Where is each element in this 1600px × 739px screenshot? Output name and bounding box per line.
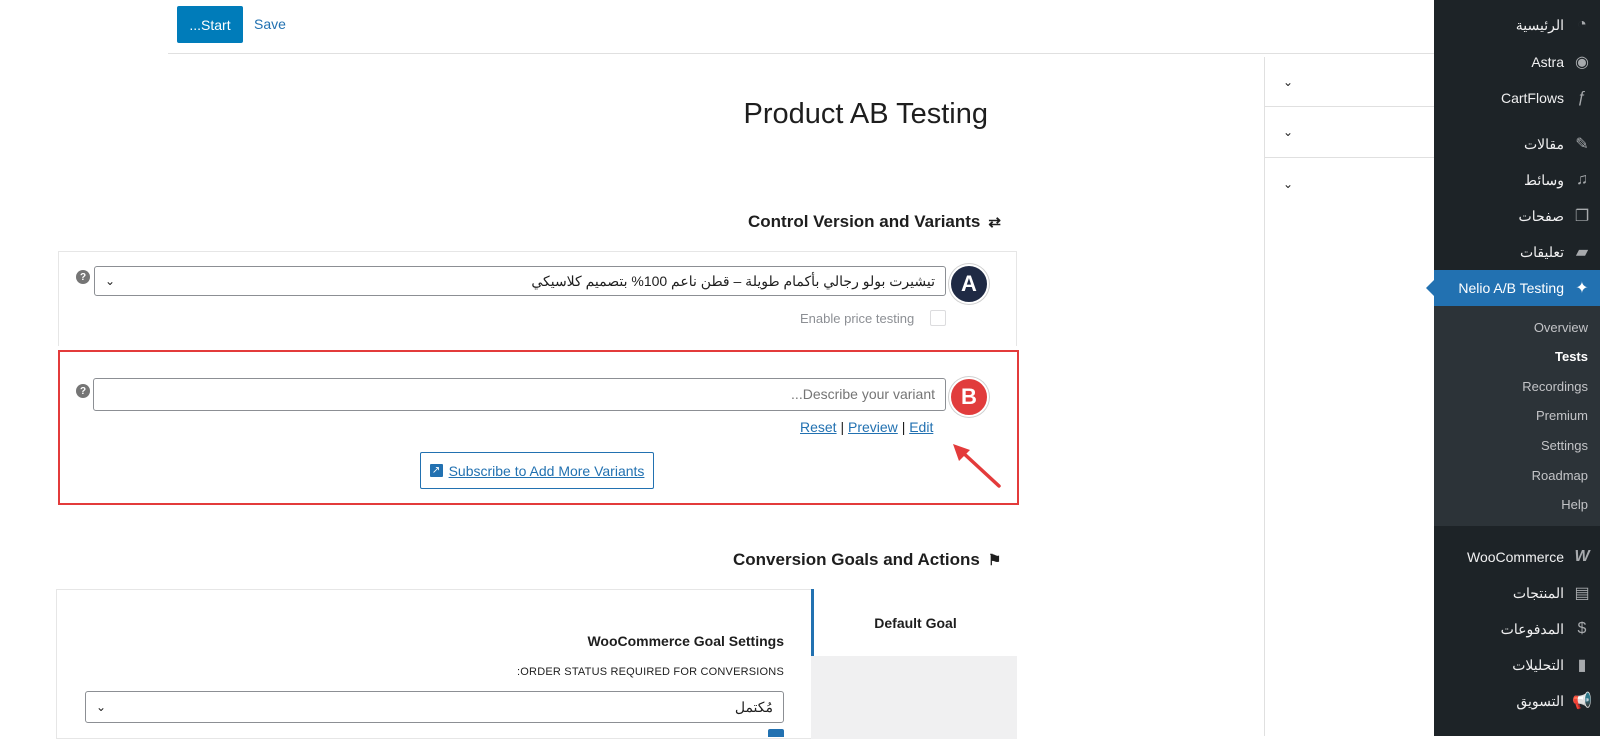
submenu-item-help[interactable]: Help	[1434, 491, 1600, 519]
nelio-icon: ✦	[1575, 280, 1589, 297]
conversion-section-title: Conversion Goals and Actions	[733, 550, 980, 569]
flag-icon: ⚑	[987, 552, 1002, 569]
woocommerce-icon: W	[1574, 548, 1590, 565]
sidebar-item-label: مقالات	[1523, 135, 1564, 152]
variant-badge: B	[949, 377, 989, 417]
reset-link[interactable]: Reset	[800, 419, 837, 435]
sidebar-item-label: WooCommerce	[1467, 549, 1564, 565]
submenu-item-settings[interactable]: Settings	[1434, 432, 1600, 460]
sidebar-item-marketing[interactable]: التسويق 📢	[1434, 683, 1600, 719]
woocommerce-goal-title: WooCommerce Goal Settings	[587, 633, 784, 649]
settings-panel-section-1[interactable]: ⌄	[1265, 57, 1434, 107]
subscribe-label: Subscribe to Add More Variants	[448, 462, 645, 479]
media-icon: ♫	[1576, 171, 1588, 188]
sidebar-item-products[interactable]: المنتجات ▤	[1434, 575, 1600, 611]
comments-icon: ▰	[1575, 244, 1589, 261]
chevron-down-icon[interactable]: ⌄	[1283, 125, 1293, 139]
sidebar-item-label: المدفوعات	[1500, 620, 1564, 637]
subscribe-button[interactable]: ↗ Subscribe to Add More Variants	[420, 452, 654, 489]
sidebar-item-label: التسويق	[1516, 692, 1564, 709]
variant-description-input[interactable]: ...Describe your variant	[93, 378, 946, 411]
sidebar-item-analytics[interactable]: التحليلات ▮	[1434, 647, 1600, 683]
start-test-button[interactable]: ...Start	[177, 6, 243, 43]
admin-sidebar: الرئيسية ◔ Astra ◉ CartFlows ƒ مقالات ✎ …	[1426, 0, 1600, 736]
sidebar-item-label: CartFlows	[1500, 90, 1564, 106]
pages-icon: ❐	[1574, 208, 1590, 225]
astra-icon: ◉	[1575, 54, 1589, 71]
submenu-item-recordings[interactable]: Recordings	[1434, 373, 1600, 401]
sidebar-item-label: Nelio A/B Testing	[1458, 280, 1564, 296]
products-icon: ▤	[1574, 585, 1590, 602]
conversion-section-heading: Conversion Goals and Actions ⚑	[733, 550, 1001, 570]
order-status-value: مُكتمل	[734, 698, 773, 715]
editor-toolbar: ...Start Save	[0, 0, 1434, 54]
toolbar-divider	[168, 53, 1434, 54]
sidebar-item-label: تعليقات	[1519, 243, 1564, 260]
nelio-submenu: Overview Tests Recordings Premium Settin…	[1434, 306, 1600, 526]
payments-icon: $	[1577, 620, 1587, 637]
dashboard-icon: ◔	[1577, 16, 1587, 33]
sidebar-item-payments[interactable]: المدفوعات $	[1434, 611, 1600, 647]
page-title[interactable]: Product AB Testing	[700, 98, 1030, 131]
price-testing-checkbox[interactable]	[930, 310, 946, 326]
analytics-icon: ▮	[1577, 657, 1587, 674]
separator: |	[901, 419, 906, 435]
settings-panel: ⌄ ⌄ ⌄	[1264, 57, 1434, 736]
help-icon[interactable]: ?	[76, 384, 90, 398]
control-section-heading: Control Version and Variants ⇄	[748, 212, 1001, 232]
price-testing-label: Enable price testing	[800, 311, 915, 326]
cartflows-icon: ƒ	[1577, 89, 1587, 106]
sidebar-item-label: صفحات	[1518, 207, 1564, 224]
sidebar-item-posts[interactable]: مقالات ✎	[1434, 126, 1600, 162]
sidebar-item-label: التحليلات	[1512, 656, 1564, 673]
sidebar-item-label: Astra	[1531, 54, 1564, 70]
preview-link[interactable]: Preview	[848, 419, 898, 435]
sidebar-item-woocommerce[interactable]: WooCommerce W	[1434, 539, 1600, 575]
pin-icon: ✎	[1575, 136, 1589, 153]
sidebar-item-label: المنتجات	[1512, 584, 1564, 601]
sidebar-item-astra[interactable]: Astra ◉	[1434, 44, 1600, 80]
shuffle-icon: ⇄	[988, 214, 1001, 231]
order-status-select[interactable]: ⌄ مُكتمل	[85, 691, 784, 723]
sidebar-item-pages[interactable]: صفحات ❐	[1434, 198, 1600, 234]
chevron-down-icon: ⌄	[105, 274, 116, 288]
marketing-icon: 📢	[1572, 693, 1592, 710]
sidebar-item-label: الرئيسية	[1515, 16, 1564, 33]
external-link-icon: ↗	[429, 464, 443, 477]
sidebar-item-nelio-ab-testing[interactable]: Nelio A/B Testing ✦	[1426, 270, 1600, 306]
default-goal-tab[interactable]: Default Goal	[811, 589, 1017, 656]
control-section-title: Control Version and Variants	[748, 212, 981, 231]
sidebar-item-cartflows[interactable]: CartFlows ƒ	[1434, 80, 1600, 116]
save-button[interactable]: Save	[254, 16, 286, 32]
sidebar-item-comments[interactable]: تعليقات ▰	[1434, 234, 1600, 270]
sidebar-item-dashboard[interactable]: الرئيسية ◔	[1434, 7, 1600, 43]
submenu-item-overview[interactable]: Overview	[1434, 314, 1600, 342]
settings-panel-section-2[interactable]: ⌄	[1265, 107, 1434, 158]
separator: |	[840, 419, 845, 435]
order-status-label: :ORDER STATUS REQUIRED FOR CONVERSIONS	[517, 666, 784, 678]
help-icon[interactable]: ?	[76, 270, 90, 284]
annotation-arrow	[953, 444, 1001, 488]
chevron-down-icon[interactable]: ⌄	[1283, 75, 1293, 89]
control-badge: A	[949, 264, 989, 304]
variant-actions: Reset | Preview | Edit	[800, 419, 933, 435]
chevron-down-icon[interactable]: ⌄	[1283, 177, 1293, 191]
settings-panel-section-3[interactable]: ⌄	[1265, 158, 1434, 209]
control-product-select[interactable]: ⌄ تيشيرت بولو رجالي بأكمام طويلة – قطن ن…	[94, 266, 946, 296]
submenu-item-tests[interactable]: Tests	[1434, 343, 1600, 371]
submenu-item-roadmap[interactable]: Roadmap	[1434, 462, 1600, 490]
submenu-item-premium[interactable]: Premium	[1434, 402, 1600, 430]
sidebar-item-label: وسائط	[1524, 171, 1564, 188]
sidebar-item-media[interactable]: وسائط ♫	[1434, 162, 1600, 198]
chevron-down-icon: ⌄	[96, 700, 107, 714]
edit-link[interactable]: Edit	[909, 419, 933, 435]
control-product-value: تيشيرت بولو رجالي بأكمام طويلة – قطن ناع…	[531, 272, 935, 289]
